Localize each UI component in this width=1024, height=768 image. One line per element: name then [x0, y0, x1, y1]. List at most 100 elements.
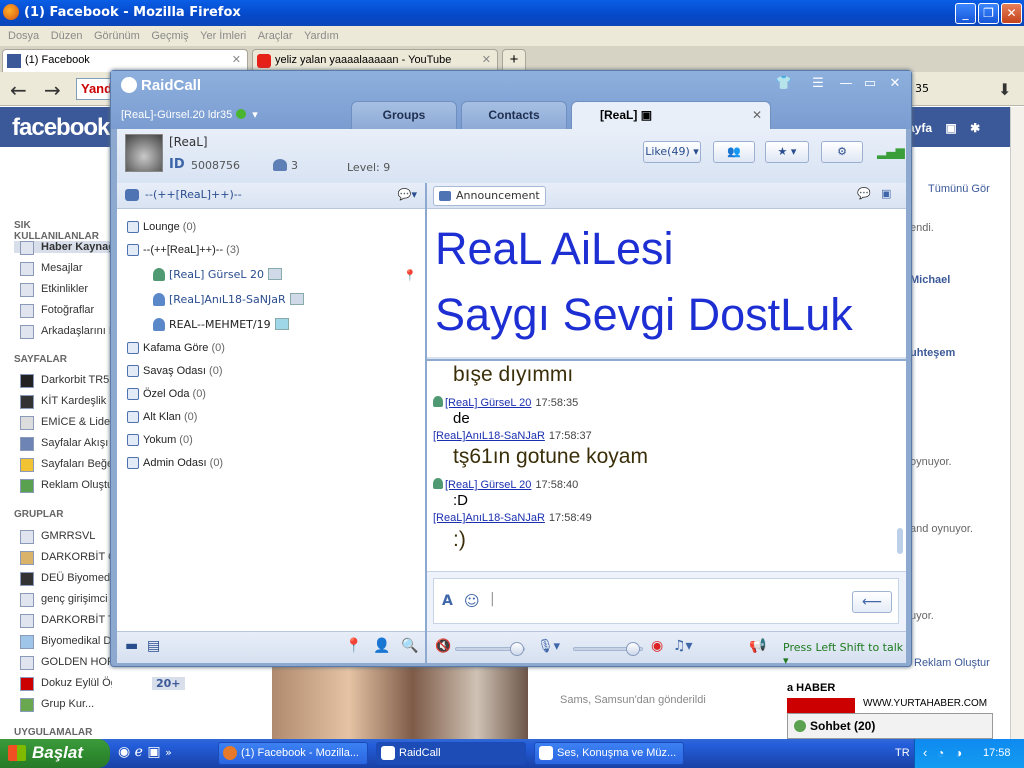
like-button[interactable]: Like(49) ▾ — [643, 141, 701, 163]
favorite-star-icon[interactable]: ★ ▾ — [765, 141, 809, 163]
channel-yokum[interactable]: Yokum (0) — [127, 434, 193, 446]
close-tab-icon[interactable]: ✕ — [232, 50, 241, 70]
menu-help[interactable]: Yardım — [304, 26, 339, 46]
sidebar-group[interactable]: GOLDEN HORN — [20, 656, 112, 670]
sidebar-create-group[interactable]: Grup Kur... — [20, 698, 94, 712]
emoticon-icon[interactable]: ☺ — [464, 592, 480, 610]
channel-chat-icon[interactable]: 💬▾ — [398, 183, 417, 207]
channel-user[interactable]: [ReaL] GürseL 20 — [153, 268, 283, 281]
taskbar-sound-settings[interactable]: Ses, Konuşma ve Müz... — [534, 742, 684, 765]
tab-contacts[interactable]: Contacts — [461, 101, 567, 129]
send-button[interactable]: ⟵ — [852, 591, 892, 613]
language-indicator[interactable]: TR — [895, 747, 910, 759]
channel-kafama-gore[interactable]: Kafama Göre (0) — [127, 342, 225, 354]
tab-facebook[interactable]: (1) Facebook ✕ — [2, 49, 248, 72]
quick-launch-expand-icon[interactable]: » — [165, 746, 172, 759]
menu-edit[interactable]: Düzen — [51, 26, 83, 46]
sidebar-news-feed[interactable]: Haber Kaynağı — [14, 241, 112, 255]
rc-minimize-button[interactable]: — — [837, 76, 855, 91]
gift-box-icon[interactable]: ▣ — [881, 187, 891, 200]
user-search-icon[interactable]: 👤 — [373, 638, 390, 654]
sidebar-group[interactable]: GMRRSVL — [20, 530, 95, 544]
create-ad-link[interactable]: Reklam Oluştur — [914, 657, 990, 669]
settings-gear-icon[interactable]: ✱ — [970, 121, 980, 135]
chrome-icon[interactable]: ◉ — [118, 744, 130, 760]
collapse-all-icon[interactable]: ▬ — [125, 638, 138, 654]
group-avatar[interactable] — [125, 134, 163, 172]
sidebar-create-ad[interactable]: Reklam Oluştur — [20, 479, 112, 493]
sender-link[interactable]: [ReaL]AnıL18-SaNJaR — [433, 512, 545, 524]
feed-photo[interactable] — [272, 666, 528, 739]
chat-bar[interactable]: Sohbet (20) — [787, 713, 993, 739]
friends-icon[interactable]: ▣ — [945, 121, 956, 135]
skin-shirt-icon[interactable]: 👕 — [775, 76, 793, 91]
font-format-icon[interactable]: A — [442, 593, 453, 609]
chat-settings-icon[interactable]: 💬 — [857, 187, 871, 200]
collapse-icon[interactable] — [127, 244, 139, 256]
sidebar-photos[interactable]: Fotoğraflar — [20, 304, 94, 318]
channel-user[interactable]: [ReaL]AnıL18-SaNJaR — [153, 293, 304, 306]
sidebar-group[interactable]: genç girişimci — [20, 593, 108, 607]
sidebar-group[interactable]: DEÜ Biyomedikal — [20, 572, 112, 586]
sender-link[interactable]: [ReaL] GürseL 20 — [445, 479, 531, 491]
chat-scrollbar-thumb[interactable] — [897, 528, 903, 554]
sidebar-pages-feed[interactable]: Sayfalar Akışı — [20, 437, 108, 451]
tab-groups[interactable]: Groups — [351, 101, 457, 129]
sidebar-group[interactable]: DARKORBİT TR — [20, 614, 112, 628]
rc-maximize-button[interactable]: ▭ — [861, 76, 879, 91]
message-input[interactable]: A ☺ | ⟵ — [433, 578, 899, 624]
start-button[interactable]: Başlat — [0, 739, 110, 768]
talk-mode-selector[interactable]: Press Left Shift to talk ▾ — [783, 641, 906, 667]
menu-view[interactable]: Görünüm — [94, 26, 140, 46]
speaker-mute-icon[interactable]: 🔇 — [435, 639, 451, 654]
tray-arrow-icon[interactable]: ‹ — [923, 745, 927, 760]
channel-ozel-oda[interactable]: Özel Oda (0) — [127, 388, 206, 400]
rc-close-button[interactable]: ✕ — [886, 76, 904, 91]
ie-icon[interactable]: ℯ — [135, 744, 143, 760]
channel-alt-klan[interactable]: Alt Klan (0) — [127, 411, 197, 423]
slider-knob[interactable] — [510, 642, 524, 656]
record-icon[interactable]: ◉ — [651, 638, 663, 654]
menu-history[interactable]: Geçmiş — [151, 26, 188, 46]
current-channel-bar[interactable]: --(++[ReaL]++)-- 💬▾ — [117, 183, 425, 209]
menu-tools[interactable]: Araçlar — [258, 26, 293, 46]
sidebar-group[interactable]: Biyomedikal DEÜ — [20, 635, 112, 649]
slider-knob[interactable] — [626, 642, 640, 656]
chevron-down-icon[interactable]: ▾ — [252, 109, 258, 121]
sender-link[interactable]: [ReaL]AnıL18-SaNJaR — [433, 430, 545, 442]
locate-icon[interactable]: 📍 — [345, 638, 362, 654]
channel-admin-odasi[interactable]: Admin Odası (0) — [127, 457, 223, 469]
speaker-volume-slider[interactable] — [455, 642, 525, 656]
minimize-button[interactable]: _ — [955, 3, 976, 24]
forward-icon[interactable]: → — [44, 78, 61, 102]
search-icon[interactable]: 🔍 — [401, 638, 418, 654]
channel-list-icon[interactable]: ▤ — [147, 638, 160, 654]
channel-real[interactable]: --(++[ReaL]++)-- (3) — [127, 244, 240, 256]
menu-bookmarks[interactable]: Yer İmleri — [200, 26, 246, 46]
menu-list-icon[interactable]: ☰ — [809, 76, 827, 91]
group-settings-icon[interactable]: ⚙ — [821, 141, 863, 163]
taskbar-firefox[interactable]: (1) Facebook - Mozilla... — [218, 742, 368, 765]
maximize-button[interactable]: ❐ — [978, 3, 999, 24]
sidebar-group[interactable]: DARKORBİT GUS — [20, 551, 112, 565]
tab-youtube[interactable]: yeliz yalan yaaaalaaaaan - YouTube ✕ — [252, 49, 498, 72]
channel-savas-odasi[interactable]: Savaş Odası (0) — [127, 365, 223, 377]
sidebar-like-pages[interactable]: Sayfaları Beğen — [20, 458, 112, 472]
see-all-link[interactable]: Tümünü Gör — [928, 183, 990, 195]
location-pin-icon[interactable]: 📍 — [403, 269, 417, 282]
sidebar-find-friends[interactable]: Arkadaşlarını Bul — [20, 325, 112, 339]
sender-link[interactable]: [ReaL] GürseL 20 — [445, 397, 531, 409]
channel-lounge[interactable]: Lounge (0) — [127, 221, 196, 233]
mic-mute-icon[interactable]: 🎙▾ — [537, 639, 560, 654]
sidebar-page[interactable]: Darkorbit TR5 — [20, 374, 109, 388]
menu-file[interactable]: Dosya — [8, 26, 39, 46]
mic-volume-slider[interactable] — [573, 642, 643, 656]
sidebar-group[interactable]: Dokuz Eylül Öğrencileri — [20, 677, 112, 691]
tab-group-real[interactable]: [ReaL] ▣ ✕ — [571, 101, 771, 129]
channel-user[interactable]: REAL--MEHMET/19 — [153, 318, 289, 331]
taskbar-raidcall[interactable]: RaidCall — [376, 742, 526, 765]
close-tab-icon[interactable]: ✕ — [752, 102, 762, 129]
sidebar-messages[interactable]: Mesajlar — [20, 262, 83, 276]
network-icon[interactable]: ◔ — [937, 746, 944, 760]
header-home-link[interactable]: ayfa ▣ ✱ — [908, 121, 980, 135]
